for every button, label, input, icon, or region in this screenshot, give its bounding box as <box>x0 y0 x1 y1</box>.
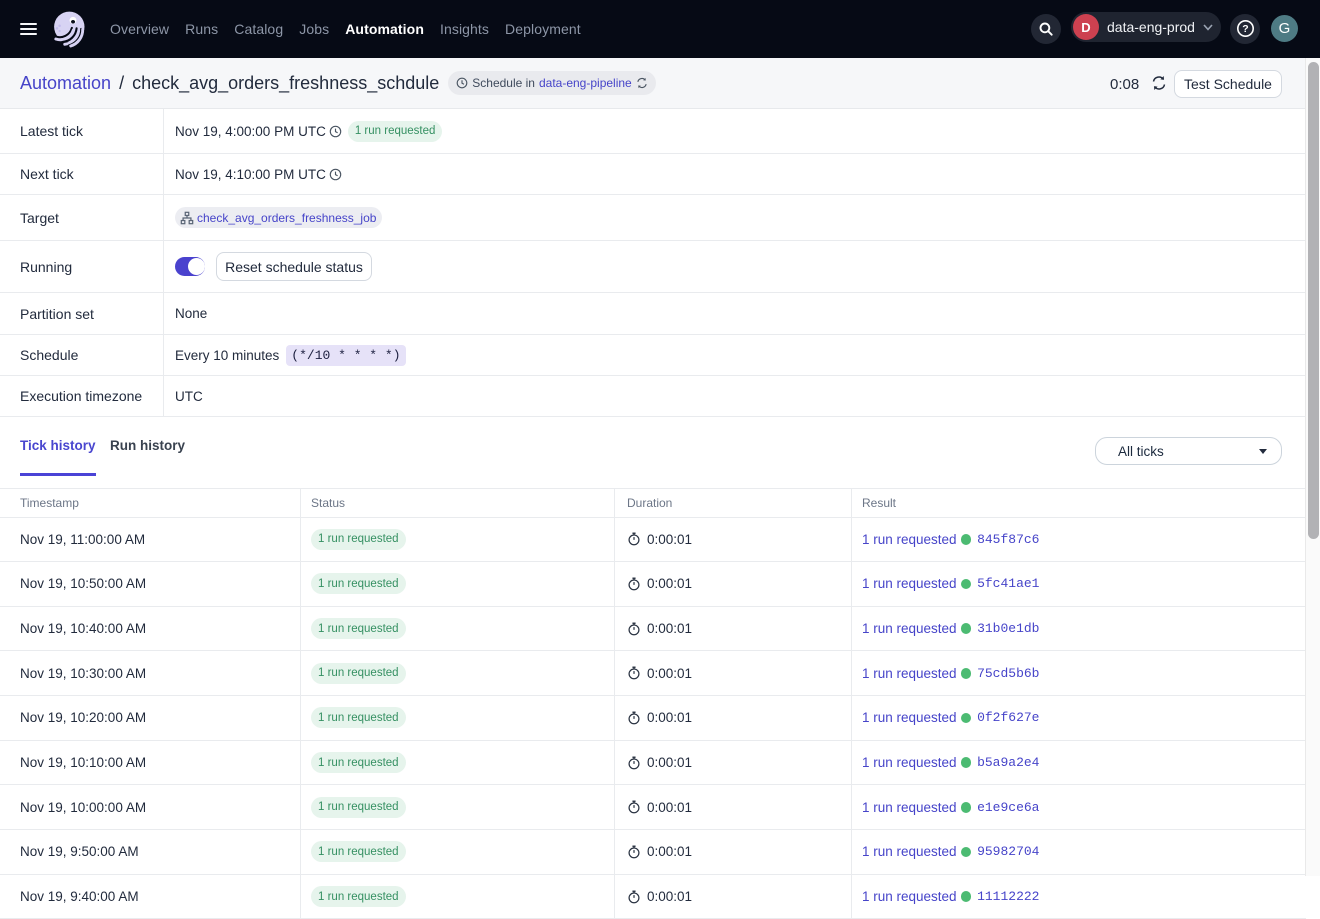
svg-text:?: ? <box>1242 23 1248 35</box>
